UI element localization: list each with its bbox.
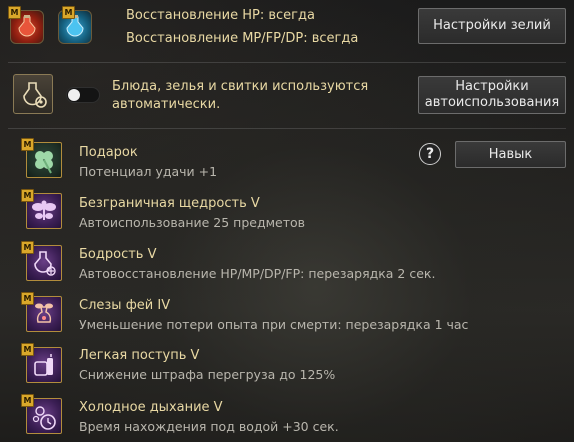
hp-potion-m-badge: M	[8, 6, 21, 19]
auto-use-icon	[13, 74, 53, 114]
auto-use-label-line1: Блюда, зелья и свитки используются	[112, 79, 369, 94]
skill-desc: Потенциал удачи +1	[79, 164, 218, 179]
hp-recovery-label: Восстановление HP: всегда	[126, 8, 315, 23]
skill-title: Подарок	[79, 145, 138, 160]
auto-use-toggle[interactable]	[66, 87, 100, 103]
skill-desc: Время нахождения под водой +30 сек.	[79, 419, 339, 434]
potion-settings-button[interactable]: Настройки зелий	[418, 8, 566, 44]
skill-m-badge: M	[21, 138, 34, 151]
skill-m-badge: M	[21, 189, 34, 202]
skill-title: Слезы фей IV	[79, 298, 171, 313]
skill-title: Бодрость V	[79, 247, 157, 262]
divider-top	[8, 62, 566, 63]
divider-bottom	[8, 128, 566, 129]
auto-use-label-line2: автоматически.	[112, 97, 221, 112]
skill-desc: Снижение штрафа перегруза до 125%	[79, 367, 336, 382]
skill-title: Безграничная щедрость V	[79, 196, 260, 211]
auto-use-settings-line1: Настройки	[455, 79, 529, 94]
mp-potion-m-badge: M	[62, 6, 75, 19]
skill-m-badge: M	[21, 394, 34, 407]
skill-button[interactable]: Навык	[455, 141, 566, 168]
skill-desc: Автоиспользование 25 предметов	[79, 215, 306, 230]
skill-desc: Уменьшение потери опыта при смерти: пере…	[79, 317, 469, 332]
help-icon[interactable]: ?	[419, 143, 441, 165]
skill-title: Холодное дыхание V	[79, 400, 223, 415]
auto-use-settings-line2: автоиспользования	[424, 95, 560, 110]
skill-m-badge: M	[21, 241, 34, 254]
skill-desc: Автовосстановление HP/MP/DP/FP: перезаря…	[79, 266, 436, 281]
skill-m-badge: M	[21, 292, 34, 305]
auto-use-settings-button[interactable]: Настройки автоиспользования	[418, 76, 566, 114]
skill-m-badge: M	[21, 343, 34, 356]
mp-recovery-label: Восстановление MP/FP/DP: всегда	[126, 31, 359, 46]
auto-use-label: Блюда, зелья и свитки используются автом…	[112, 78, 368, 114]
skill-title: Легкая поступь V	[79, 348, 200, 363]
